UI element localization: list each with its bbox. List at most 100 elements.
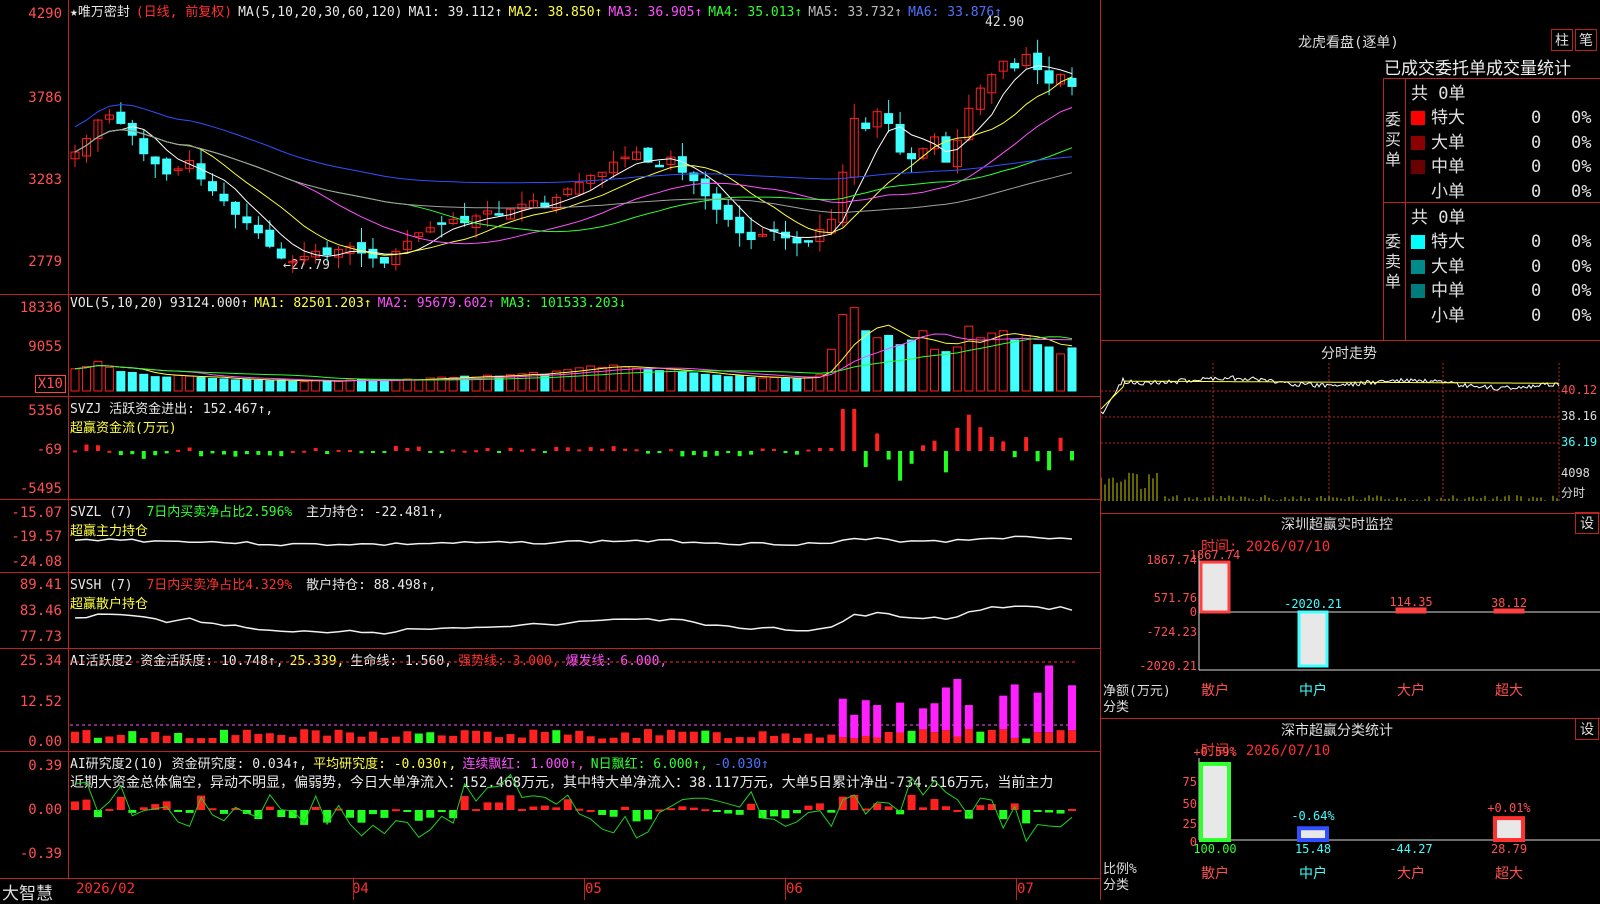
- fund-flow-bar: [130, 451, 135, 455]
- monitor-y-tick: -724.23: [1146, 625, 1197, 639]
- research-bar: [598, 810, 607, 815]
- activity-bar: [139, 737, 148, 743]
- volume-bar: [769, 377, 779, 392]
- order-count: 0: [1531, 305, 1542, 326]
- fund-flow-bar: [141, 451, 146, 459]
- activity-bar: [953, 736, 962, 743]
- svzj-panel[interactable]: 5356 -69 -5495 SVZJ 活跃资金进出: 152.467↑, 超赢资…: [0, 397, 1100, 500]
- fund-flow-bar: [153, 451, 158, 456]
- fund-flow-bar: [313, 448, 318, 451]
- research-bar: [540, 805, 549, 810]
- activity-bar: [380, 737, 389, 743]
- tab-volume[interactable]: 成交量: [1486, 59, 1537, 79]
- volume-bar: [735, 375, 745, 392]
- price-panel[interactable]: 4290 3786 3283 2779 ★唯万密封 (日线, 前复权) MA(5,1…: [0, 0, 1100, 295]
- fund-flow-bar: [817, 448, 822, 451]
- activity-bar: [116, 734, 125, 743]
- activity-bar: [403, 731, 412, 743]
- fund-flow-bar: [794, 451, 799, 455]
- fund-flow-bar: [840, 409, 845, 451]
- order-pct: 0%: [1571, 108, 1592, 128]
- pen-mode-button[interactable]: 笔: [1575, 29, 1597, 51]
- svsh-panel[interactable]: 89.41 83.46 77.73 SVSH (7) 7日内买卖净占比4.329…: [0, 573, 1100, 649]
- volume-bar: [1033, 344, 1043, 392]
- activity-bar: [1010, 737, 1019, 743]
- volume-bar: [345, 379, 355, 392]
- x-label: 2026/02: [76, 881, 136, 897]
- volume-bar: [322, 380, 332, 392]
- fund-flow-bar: [393, 445, 398, 451]
- retail-line: [74, 605, 1073, 635]
- fund-flow-bar: [1047, 451, 1052, 471]
- activity-bar: [655, 735, 664, 743]
- research-bar: [999, 810, 1008, 820]
- research-bar: [139, 807, 148, 810]
- research-bar: [815, 803, 824, 810]
- volume-bar: [620, 366, 630, 392]
- fund-flow-bar: [348, 450, 353, 453]
- tab-filled[interactable]: 已成交: [1384, 59, 1435, 79]
- activity-bar: [426, 732, 435, 743]
- activity-bar: [770, 735, 779, 743]
- ma-line: [74, 76, 1073, 256]
- research-bar: [128, 810, 137, 813]
- activity-bar: [930, 732, 939, 743]
- dragon-tiger-tabs: 已成交委托单成交量统计: [1384, 54, 1571, 79]
- candle-body: [1033, 52, 1043, 71]
- fund-flow-bar: [336, 449, 341, 452]
- fund-flow-bar: [1001, 441, 1006, 451]
- research-bar: [781, 810, 790, 819]
- retail-holding-line: [74, 605, 1073, 635]
- activity-bar: [128, 731, 137, 743]
- volume-bar: [712, 374, 722, 392]
- candle-body: [196, 163, 206, 180]
- color-swatch: [1411, 284, 1425, 298]
- volume-bar: [1021, 334, 1031, 392]
- research-bar: [850, 794, 859, 810]
- research-bar: [105, 808, 114, 811]
- tab-orders[interactable]: 委托单: [1435, 59, 1486, 79]
- fund-flow-bar: [107, 450, 112, 453]
- research-bar: [346, 810, 355, 818]
- svzl-panel[interactable]: -15.07 -19.57 -24.08 SVZL (7) 7日内买卖净占比2.…: [0, 500, 1100, 573]
- research-bar: [792, 810, 801, 814]
- tab-stats[interactable]: 统计: [1537, 59, 1571, 79]
- activity-bar: [575, 730, 584, 743]
- ai-active-panel[interactable]: 25.34 12.52 0.00 AI活跃度2 资金活跃度: 10.748↑, 2…: [0, 649, 1100, 752]
- order-row: 小单 0 0%: [1411, 177, 1591, 202]
- order-count: 0: [1531, 281, 1542, 301]
- intraday-section[interactable]: 分时走势 40.12 38.16 36.19 4098 分时: [1101, 340, 1600, 514]
- class-y-tick: 75: [1183, 775, 1197, 789]
- volume-bars: [70, 307, 1077, 392]
- research-bar: [277, 810, 286, 818]
- fund-flow-bar: [359, 451, 364, 454]
- class-value: 100.00: [1193, 842, 1236, 856]
- candlestick-chart[interactable]: [0, 0, 1100, 295]
- sz-class-section[interactable]: 深市超赢分类统计 设 时间: 2026/07/10 比例% 分类 75 50 25 0…: [1101, 718, 1600, 900]
- candle-body: [803, 240, 813, 243]
- activity-bar: [323, 735, 332, 743]
- activity-burst-bar: [1010, 684, 1019, 738]
- research-bar: [609, 810, 618, 817]
- candle-body: [276, 248, 286, 259]
- volume-bar: [964, 325, 974, 392]
- activity-bar: [815, 737, 824, 743]
- volume-panel[interactable]: 18336 9055 X10 VOL(5,10,20) 93124.000↑ MA1…: [0, 295, 1100, 397]
- candle-body: [1067, 77, 1077, 87]
- activity-bar: [105, 736, 114, 743]
- candle-body: [162, 158, 172, 175]
- color-swatch: [1411, 235, 1425, 249]
- buy-label: 委买单: [1385, 110, 1402, 169]
- bar-mode-button[interactable]: 柱: [1551, 29, 1573, 51]
- right-sidebar: 龙虎看盘(逐单) 柱 笔 已成交委托单成交量统计 委买单 委卖单 共 0单 特大…: [1100, 0, 1600, 900]
- fund-flow-bar: [118, 451, 123, 456]
- x-label: 04: [352, 881, 369, 897]
- sz-monitor-section[interactable]: 深圳超赢实时监控 设 时间: 2026/07/10 净额(万元) 分类 1867…: [1101, 512, 1600, 719]
- ai-research-panel[interactable]: 0.39 0.00 -0.39 AI研究度2(10) 资金研究度: 0.034↑…: [0, 752, 1100, 879]
- candle-body: [139, 138, 149, 155]
- activity-bar: [621, 732, 630, 743]
- volume-bar: [150, 376, 160, 392]
- order-count: 0: [1531, 256, 1542, 277]
- research-bar: [953, 809, 962, 812]
- activity-bar: [529, 729, 538, 743]
